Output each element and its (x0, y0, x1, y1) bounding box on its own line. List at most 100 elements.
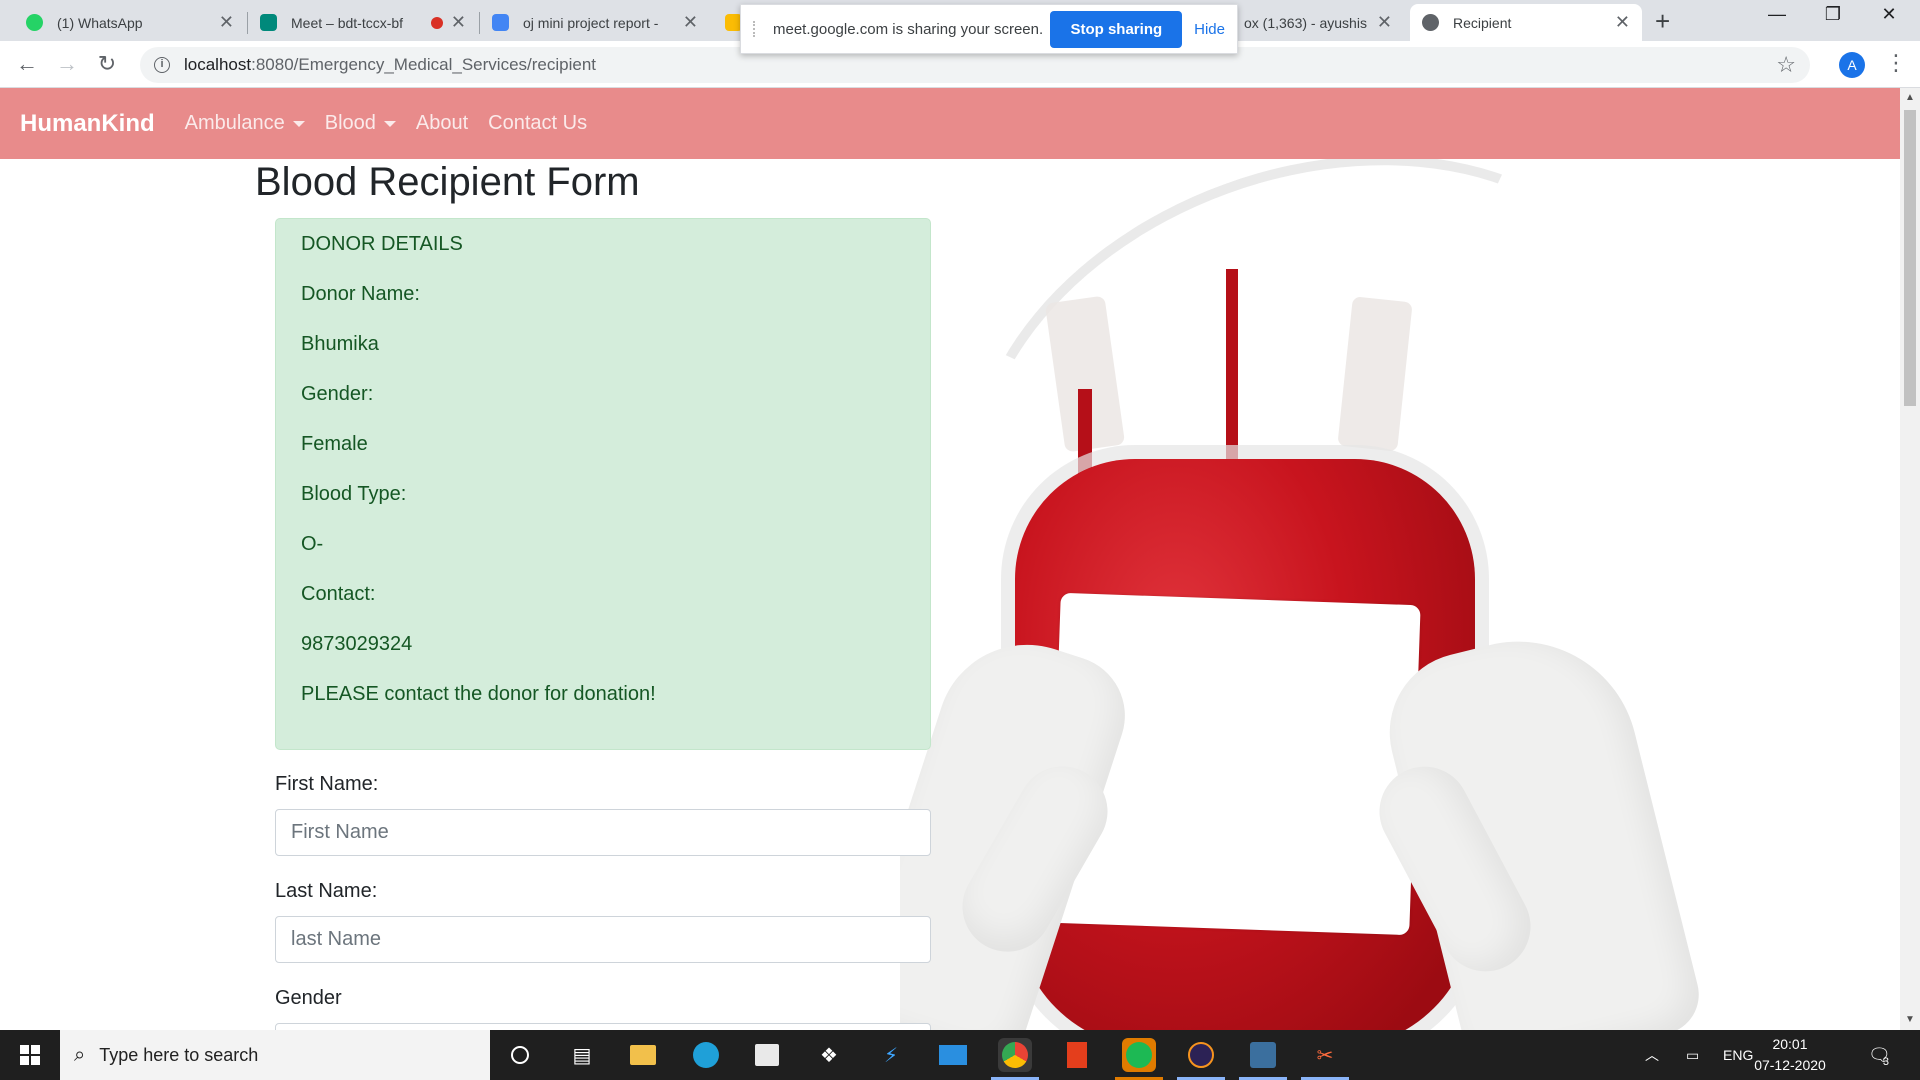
tab-calendar[interactable] (713, 4, 743, 41)
minimize-icon[interactable]: — (1754, 4, 1800, 25)
tab-title: Meet – bdt-tccx-bf (291, 14, 404, 31)
recording-icon (430, 16, 443, 29)
gender-select[interactable] (275, 1023, 931, 1030)
chrome-icon[interactable] (998, 1038, 1032, 1072)
search-placeholder: Type here to search (99, 1044, 259, 1065)
mysql-icon[interactable] (1246, 1038, 1280, 1072)
windows-taskbar: ⌕ Type here to search ▤ ❖ ⚡ ✂ ︿ ▭ ENG 20… (0, 1030, 1920, 1080)
donor-note: PLEASE contact the donor for donation! (301, 683, 656, 705)
stop-sharing-button[interactable]: Stop sharing (1050, 10, 1183, 48)
gender-label: Gender (275, 987, 342, 1009)
close-tab-icon[interactable]: ✕ (683, 12, 698, 33)
task-view-icon[interactable]: ▤ (565, 1038, 599, 1072)
whatsapp-icon (26, 14, 43, 31)
tab-docs[interactable]: oj mini project report - ✕ (480, 4, 710, 41)
nav-ambulance-dropdown[interactable]: Ambulance (185, 112, 305, 135)
office-icon[interactable] (1060, 1038, 1094, 1072)
nav-about[interactable]: About (416, 112, 468, 135)
share-message: meet.google.com is sharing your screen. (773, 20, 1044, 38)
site-navbar: HumanKind Ambulance Blood About Contact … (0, 88, 1900, 159)
url-host: localhost (184, 55, 252, 74)
snip-icon[interactable]: ✂ (1308, 1038, 1342, 1072)
drag-handle-icon[interactable] (753, 21, 759, 37)
last-name-placeholder: last Name (291, 928, 382, 950)
donor-gender-label: Gender: (301, 383, 374, 405)
tab-title: oj mini project report - (523, 14, 659, 31)
first-name-input[interactable]: First Name (275, 809, 931, 856)
clock-time: 20:01 (1772, 1036, 1808, 1052)
tray-chevron-icon[interactable]: ︿ (1645, 1030, 1659, 1080)
start-button[interactable] (0, 1030, 60, 1080)
nav-label: Ambulance (184, 112, 285, 134)
scroll-up-icon[interactable]: ▲ (1905, 92, 1915, 103)
url-path: :8080/Emergency_Medical_Services/recipie… (251, 55, 597, 74)
globe-icon (1422, 14, 1439, 31)
taskbar-search[interactable]: ⌕ Type here to search (60, 1030, 490, 1080)
caret-down-icon (383, 120, 396, 127)
tab-title: (1) WhatsApp (57, 14, 143, 31)
tab-gmail[interactable]: ox (1,363) - ayushis ✕ (1232, 4, 1404, 41)
donor-name-value: Bhumika (301, 333, 379, 355)
close-tab-icon[interactable]: ✕ (1377, 12, 1392, 33)
donor-details-alert: DONOR DETAILS Donor Name: Bhumika Gender… (275, 218, 931, 750)
page-title: Blood Recipient Form (255, 160, 640, 204)
last-name-label: Last Name: (275, 880, 378, 902)
docs-icon (492, 14, 509, 31)
first-name-placeholder: First Name (291, 821, 389, 843)
donor-blood-value: O- (301, 533, 324, 555)
tab-title: ox (1,363) - ayushis (1244, 14, 1367, 31)
close-tab-icon[interactable]: ✕ (1615, 12, 1630, 33)
info-icon[interactable]: i (154, 57, 170, 73)
scroll-down-icon[interactable]: ▼ (1905, 1014, 1915, 1025)
last-name-input[interactable]: last Name (275, 916, 931, 963)
page-scrollbar[interactable]: ▲ ▼ (1900, 88, 1920, 1030)
nav-label: Blood (324, 112, 376, 134)
bookmark-star-icon[interactable]: ☆ (1776, 52, 1796, 78)
close-tab-icon[interactable]: ✕ (451, 12, 466, 33)
windows-logo-icon (20, 1045, 40, 1065)
cortana-icon[interactable] (503, 1038, 537, 1072)
language-indicator[interactable]: ENG (1723, 1030, 1753, 1080)
dropbox-icon[interactable]: ❖ (812, 1038, 846, 1072)
meet-icon (260, 14, 277, 31)
back-icon[interactable]: ← (12, 51, 42, 77)
blood-bag-illustration (900, 159, 1900, 1030)
forward-icon[interactable]: → (52, 51, 82, 77)
page-viewport: HumanKind Ambulance Blood About Contact … (0, 88, 1900, 1030)
donor-contact-label: Contact: (301, 583, 376, 605)
tab-whatsapp[interactable]: (1) WhatsApp ✕ (14, 4, 246, 41)
donor-contact-value: 9873029324 (301, 633, 413, 655)
edge-icon[interactable] (689, 1038, 723, 1072)
search-icon: ⌕ (74, 1043, 86, 1066)
battery-icon[interactable]: ▭ (1686, 1030, 1699, 1080)
new-tab-icon[interactable]: + (1655, 6, 1670, 37)
clock-date: 07-12-2020 (1754, 1057, 1826, 1073)
hide-button[interactable]: Hide (1194, 21, 1225, 38)
eclipse-icon[interactable] (1184, 1038, 1218, 1072)
file-explorer-icon[interactable] (626, 1038, 660, 1072)
scroll-thumb[interactable] (1904, 110, 1916, 406)
mail-icon[interactable] (936, 1038, 970, 1072)
screen-share-bar: meet.google.com is sharing your screen. … (740, 4, 1238, 54)
system-clock[interactable]: 20:01 07-12-2020 (1750, 1034, 1830, 1076)
nav-contact-us[interactable]: Contact Us (488, 112, 587, 135)
more-menu-icon[interactable]: ⋮ (1885, 50, 1907, 76)
notifications-icon[interactable]: 🗨 3 (1868, 1030, 1891, 1080)
profile-avatar[interactable]: A (1839, 52, 1865, 78)
donor-heading: DONOR DETAILS (301, 233, 463, 255)
notification-count: 3 (1882, 1056, 1889, 1068)
tab-recipient[interactable]: Recipient ✕ (1410, 4, 1642, 41)
close-window-icon[interactable]: ✕ (1866, 4, 1912, 25)
vscode-icon[interactable]: ⚡ (874, 1038, 908, 1072)
reload-icon[interactable]: ↻ (92, 51, 122, 77)
close-tab-icon[interactable]: ✕ (219, 12, 234, 33)
tab-title: Recipient (1453, 14, 1512, 31)
store-icon[interactable] (750, 1038, 784, 1072)
spotify-icon[interactable] (1122, 1038, 1156, 1072)
donor-gender-value: Female (301, 433, 368, 455)
nav-blood-dropdown[interactable]: Blood (325, 112, 396, 135)
donor-name-label: Donor Name: (301, 283, 420, 305)
restore-icon[interactable]: ❐ (1810, 4, 1856, 25)
brand-logo[interactable]: HumanKind (20, 110, 155, 138)
tab-meet[interactable]: Meet – bdt-tccx-bf ✕ (248, 4, 478, 41)
